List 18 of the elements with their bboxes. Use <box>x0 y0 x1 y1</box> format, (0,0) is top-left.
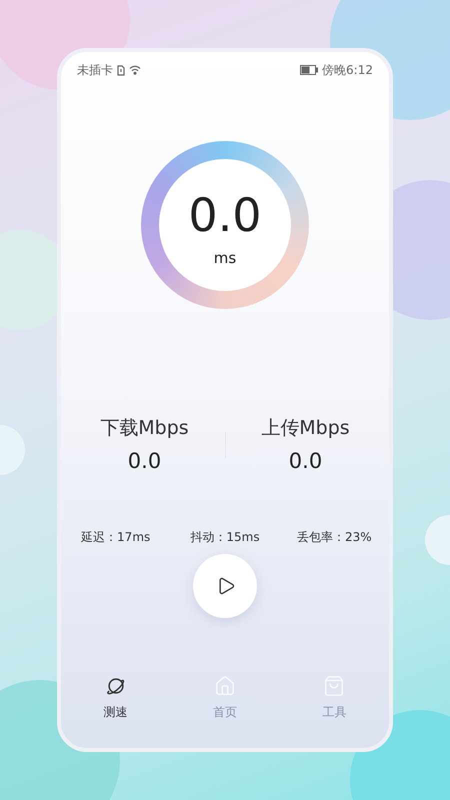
tab-item[interactable]: 工具 <box>280 675 389 720</box>
background-blob <box>425 515 450 565</box>
speed-value: 0.0 <box>128 448 162 475</box>
wifi-icon <box>129 65 141 75</box>
carrier-text: 未插卡 <box>77 62 113 79</box>
latency-value: 0.0 <box>188 188 262 241</box>
sim-icon <box>117 64 125 76</box>
speed-value: 0.0 <box>288 448 322 475</box>
latency-unit: ms <box>214 248 236 269</box>
time-text: 傍晚6:12 <box>322 62 373 79</box>
speed-label: 上传Mbps <box>261 416 350 441</box>
stat-text: 抖动：15ms <box>190 529 260 546</box>
tab-item[interactable]: 测速 <box>61 675 170 720</box>
speed-label: 下载Mbps <box>100 416 189 441</box>
battery-icon <box>300 65 318 75</box>
stat-text: 丢包率：23% <box>296 529 372 546</box>
stat-text: 延迟：17ms <box>81 529 150 546</box>
tab-item[interactable]: 首页 <box>170 675 280 720</box>
